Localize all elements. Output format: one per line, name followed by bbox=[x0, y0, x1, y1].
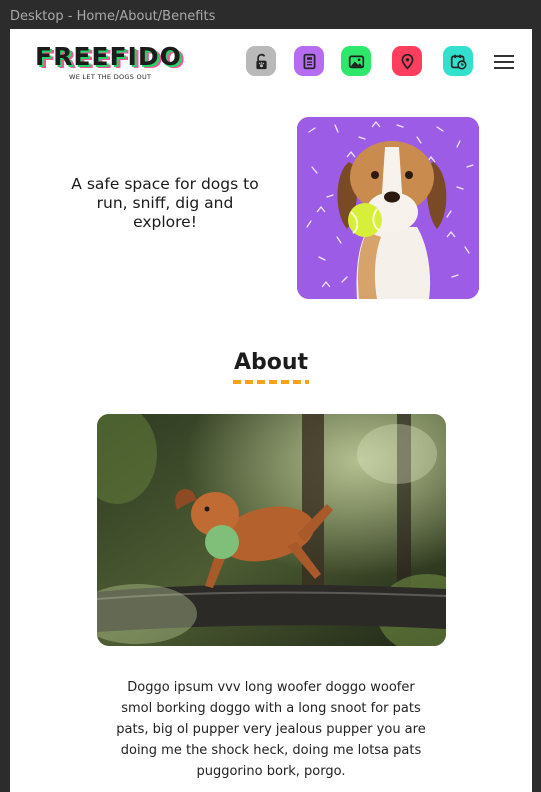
site-logo[interactable]: FREEFIDO FREEFIDO FREEFIDO WE LET THE DO… bbox=[35, 43, 185, 83]
about-heading: About bbox=[233, 350, 309, 375]
nav-unlock-button[interactable] bbox=[246, 46, 276, 76]
frame-label: Desktop - Home/About/Benefits bbox=[10, 9, 216, 24]
about-dog-image bbox=[97, 414, 446, 646]
about-body-text: Doggo ipsum vvv long woofer doggo woofer… bbox=[116, 680, 426, 779]
nav-events-button[interactable] bbox=[443, 46, 473, 76]
logo-wordmark: FREEFIDO FREEFIDO FREEFIDO bbox=[35, 42, 185, 74]
newspaper-icon bbox=[303, 53, 315, 69]
page-artboard: FREEFIDO FREEFIDO FREEFIDO WE LET THE DO… bbox=[10, 29, 532, 792]
calendar-clock-icon bbox=[450, 54, 466, 69]
location-pin-icon bbox=[401, 53, 413, 70]
logo-text: FREEFIDO bbox=[35, 42, 182, 71]
logo-tagline: WE LET THE DOGS OUT bbox=[69, 73, 152, 81]
about-dashed-underline bbox=[233, 380, 309, 384]
hero-dog-image bbox=[297, 117, 479, 299]
unlock-paw-icon bbox=[255, 53, 267, 69]
nav-location-button[interactable] bbox=[392, 46, 422, 76]
hamburger-menu-icon[interactable] bbox=[494, 55, 514, 69]
nav-news-button[interactable] bbox=[294, 46, 324, 76]
hero-tagline: A safe space for dogs to run, sniff, dig… bbox=[71, 175, 259, 231]
gallery-icon bbox=[348, 55, 364, 68]
nav-gallery-button[interactable] bbox=[341, 46, 371, 76]
